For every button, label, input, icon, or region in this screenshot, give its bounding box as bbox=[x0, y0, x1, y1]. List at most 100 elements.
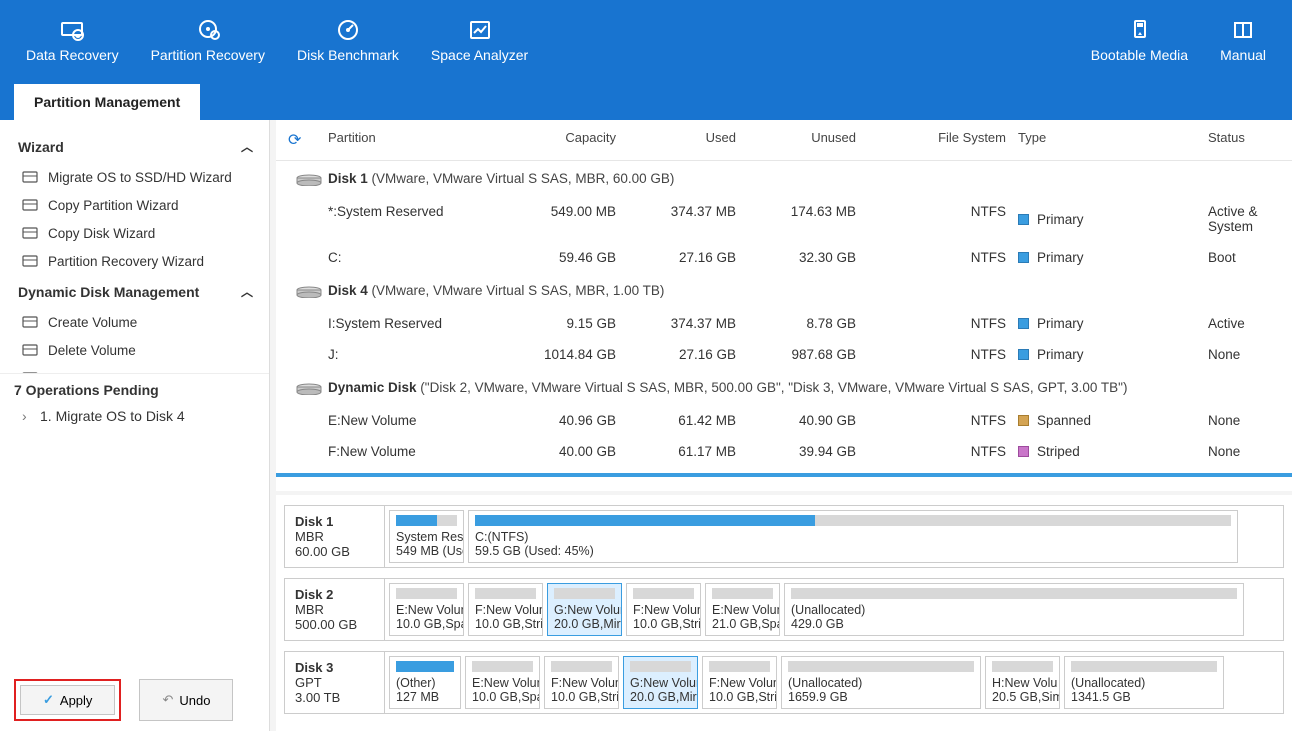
partition-cell[interactable]: (Other)127 MB bbox=[389, 656, 461, 709]
disk-label[interactable]: Disk 3GPT3.00 TB bbox=[285, 652, 385, 713]
content-area: ⟳ Partition Capacity Used Unused File Sy… bbox=[270, 120, 1292, 731]
cell-fs: NTFS bbox=[862, 442, 1012, 461]
sidebar-item-label: Create Volume bbox=[48, 315, 137, 330]
partition-cell[interactable]: F:New Volum10.0 GB,Strip bbox=[544, 656, 619, 709]
disk-group-header[interactable]: Dynamic Disk ("Disk 2, VMware, VMware Vi… bbox=[276, 370, 1292, 405]
partition-cell[interactable]: E:New Volum21.0 GB,Spa bbox=[705, 583, 780, 636]
partition-cell-size: 127 MB bbox=[396, 690, 454, 704]
partition-cell-name: G:New Volum bbox=[630, 676, 691, 690]
partition-cell[interactable]: E:New Volum10.0 GB,Spa bbox=[389, 583, 464, 636]
disk-label[interactable]: Disk 2MBR500.00 GB bbox=[285, 579, 385, 640]
disk-group-header[interactable]: Disk 4 (VMware, VMware Virtual S SAS, MB… bbox=[276, 273, 1292, 308]
wizard-item-1[interactable]: Copy Partition Wizard bbox=[14, 191, 261, 219]
disk-label[interactable]: Disk 1MBR60.00 GB bbox=[285, 506, 385, 567]
partition-cell-name: F:New Volum bbox=[551, 676, 612, 690]
toolbar-data-recovery[interactable]: Data Recovery bbox=[10, 0, 135, 82]
hdd-icon bbox=[296, 383, 318, 393]
table-selection-bar bbox=[276, 473, 1292, 477]
cell-fs: NTFS bbox=[862, 345, 1012, 364]
col-status[interactable]: Status bbox=[1202, 130, 1286, 150]
partition-cell[interactable]: System Rese549 MB (Use bbox=[389, 510, 464, 563]
partition-cell-size: 20.0 GB,Mir bbox=[554, 617, 615, 631]
partition-row[interactable]: J: 1014.84 GB 27.16 GB 987.68 GB NTFS Pr… bbox=[276, 339, 1292, 370]
type-swatch-icon bbox=[1018, 318, 1029, 329]
wizard-item-0[interactable]: Migrate OS to SSD/HD Wizard bbox=[14, 163, 261, 191]
partition-cell-name: E:New Volum bbox=[396, 603, 457, 617]
partition-cell[interactable]: G:New Volum20.0 GB,Mir bbox=[547, 583, 622, 636]
cell-used: 374.37 MB bbox=[622, 314, 742, 333]
toolbar-disk-benchmark[interactable]: Disk Benchmark bbox=[281, 0, 415, 82]
partition-row[interactable]: I:System Reserved 9.15 GB 374.37 MB 8.78… bbox=[276, 308, 1292, 339]
toolbar-manual[interactable]: Manual bbox=[1204, 0, 1282, 82]
cell-type: Striped bbox=[1012, 442, 1202, 461]
tab-bar: Partition Management bbox=[0, 82, 1292, 120]
wizard-item-2[interactable]: Copy Disk Wizard bbox=[14, 219, 261, 247]
ddm-item-2[interactable]: Format Volume bbox=[14, 364, 261, 373]
chevron-up-icon: ︿ bbox=[241, 283, 253, 300]
partition-cell[interactable]: H:New Volu20.5 GB,Sim bbox=[985, 656, 1060, 709]
partition-cell-name: H:New Volu bbox=[992, 676, 1053, 690]
table-header-row: ⟳ Partition Capacity Used Unused File Sy… bbox=[276, 120, 1292, 161]
undo-button[interactable]: Undo bbox=[139, 679, 233, 721]
tab-partition-management[interactable]: Partition Management bbox=[14, 84, 200, 120]
partition-cell[interactable]: F:New Volum10.0 GB,Strip bbox=[468, 583, 543, 636]
pending-item-0[interactable]: 1. Migrate OS to Disk 4 bbox=[0, 402, 269, 430]
partition-cell[interactable]: E:New Volum10.0 GB,Spa bbox=[465, 656, 540, 709]
apply-button[interactable]: Apply bbox=[20, 685, 115, 715]
ddm-section-header[interactable]: Dynamic Disk Management ︿ bbox=[14, 275, 261, 308]
col-partition[interactable]: Partition bbox=[322, 130, 472, 150]
ddm-item-0[interactable]: Create Volume bbox=[14, 308, 261, 336]
cell-type: Primary bbox=[1012, 202, 1202, 236]
wizard-header-label: Wizard bbox=[18, 139, 64, 155]
sidebar-item-label: Migrate OS to SSD/HD Wizard bbox=[48, 170, 232, 185]
partition-cell-size: 21.0 GB,Spa bbox=[712, 617, 773, 631]
ddm-item-1[interactable]: Delete Volume bbox=[14, 336, 261, 364]
partition-cell[interactable]: F:New Volum10.0 GB,Strip bbox=[702, 656, 777, 709]
partition-row[interactable]: *:System Reserved 549.00 MB 374.37 MB 17… bbox=[276, 196, 1292, 242]
partition-cell[interactable]: F:New Volum10.0 GB,Strip bbox=[626, 583, 701, 636]
partition-row[interactable]: E:New Volume 40.96 GB 61.42 MB 40.90 GB … bbox=[276, 405, 1292, 436]
partition-cell-name: C:(NTFS) bbox=[475, 530, 1231, 544]
partition-table: ⟳ Partition Capacity Used Unused File Sy… bbox=[276, 120, 1292, 491]
unallocated-cell[interactable]: (Unallocated)429.0 GB bbox=[784, 583, 1244, 636]
hdd-icon bbox=[296, 286, 318, 296]
partition-row[interactable]: F:New Volume 40.00 GB 61.17 MB 39.94 GB … bbox=[276, 436, 1292, 467]
disk-group-header[interactable]: Disk 1 (VMware, VMware Virtual S SAS, MB… bbox=[276, 161, 1292, 196]
cell-fs: NTFS bbox=[862, 314, 1012, 333]
partition-cell[interactable]: C:(NTFS)59.5 GB (Used: 45%) bbox=[468, 510, 1238, 563]
wizard-section-header[interactable]: Wizard ︿ bbox=[14, 130, 261, 163]
cell-name: E:New Volume bbox=[322, 411, 472, 430]
col-unused[interactable]: Unused bbox=[742, 130, 862, 150]
toolbar-space-analyzer[interactable]: Space Analyzer bbox=[415, 0, 544, 82]
cell-used: 27.16 GB bbox=[622, 248, 742, 267]
hdd-icon bbox=[296, 174, 318, 184]
partition-cell-size: 429.0 GB bbox=[791, 617, 1237, 631]
partition-cell-name: (Unallocated) bbox=[1071, 676, 1217, 690]
cell-fs: NTFS bbox=[862, 411, 1012, 430]
type-swatch-icon bbox=[1018, 415, 1029, 426]
partition-cell-name: F:New Volum bbox=[475, 603, 536, 617]
partition-row[interactable]: C: 59.46 GB 27.16 GB 32.30 GB NTFS Prima… bbox=[276, 242, 1292, 273]
cell-capacity: 40.00 GB bbox=[472, 442, 622, 461]
apply-highlight: Apply bbox=[14, 679, 121, 721]
col-fs[interactable]: File System bbox=[862, 130, 1012, 150]
sidebar-item-label: Copy Partition Wizard bbox=[48, 198, 179, 213]
toolbar-bootable-media[interactable]: Bootable Media bbox=[1075, 0, 1204, 82]
col-capacity[interactable]: Capacity bbox=[472, 130, 622, 150]
col-type[interactable]: Type bbox=[1012, 130, 1202, 150]
disk-block: Disk 3GPT3.00 TB(Other)127 MBE:New Volum… bbox=[284, 651, 1284, 714]
partition-cell-size: 20.5 GB,Sim bbox=[992, 690, 1053, 704]
partition-cell-name: System Rese bbox=[396, 530, 457, 544]
refresh-icon[interactable]: ⟳ bbox=[288, 130, 301, 150]
col-used[interactable]: Used bbox=[622, 130, 742, 150]
partition-cell[interactable]: G:New Volum20.0 GB,Mir bbox=[623, 656, 698, 709]
unallocated-cell[interactable]: (Unallocated)1341.5 GB bbox=[1064, 656, 1224, 709]
unallocated-cell[interactable]: (Unallocated)1659.9 GB bbox=[781, 656, 981, 709]
cell-unused: 8.78 GB bbox=[742, 314, 862, 333]
partition-cell-name: (Other) bbox=[396, 676, 454, 690]
toolbar-partition-recovery[interactable]: Partition Recovery bbox=[135, 0, 281, 82]
wizard-item-3[interactable]: Partition Recovery Wizard bbox=[14, 247, 261, 275]
partition-cell-name: E:New Volum bbox=[712, 603, 773, 617]
cell-used: 27.16 GB bbox=[622, 345, 742, 364]
cell-name: I:System Reserved bbox=[322, 314, 472, 333]
